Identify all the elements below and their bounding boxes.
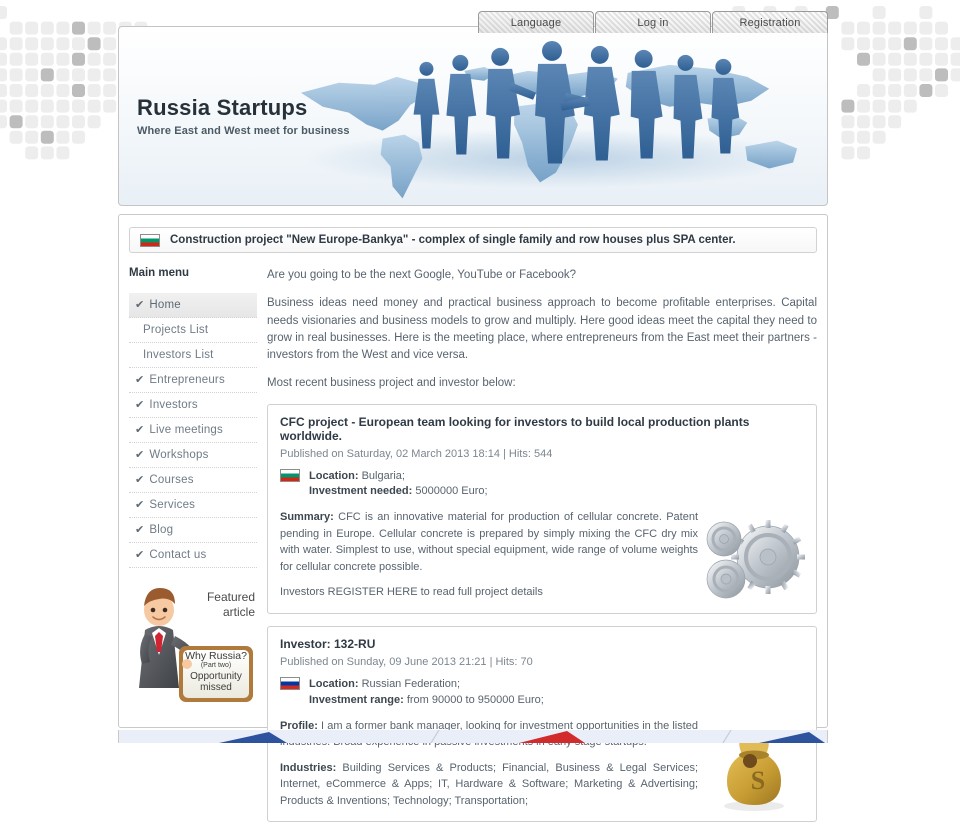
tab-language[interactable]: Language bbox=[478, 11, 594, 33]
sidebar-item-label: Blog bbox=[149, 524, 174, 536]
featured-sign-line2: (Part two) bbox=[200, 662, 232, 670]
sidebar-item-blog[interactable]: ✔ Blog bbox=[129, 518, 257, 543]
sidebar-item-label: Services bbox=[149, 499, 196, 511]
investor-industries-text: Building Services & Products; Financial,… bbox=[280, 761, 698, 807]
sidebar-item-projects-list[interactable]: Projects List bbox=[129, 318, 257, 343]
featured-sign-line1: Why Russia? bbox=[185, 650, 247, 662]
sidebar-item-courses[interactable]: ✔ Courses bbox=[129, 468, 257, 493]
investor-card-title: Investor: 132-RU bbox=[280, 636, 376, 651]
check-icon: ✔ bbox=[135, 473, 145, 486]
site-header-banner: Russia Startups Where East and West meet… bbox=[118, 26, 828, 206]
sidebar: Main menu ✔ Home Projects List Investors Li… bbox=[129, 267, 257, 834]
sidebar-title: Main menu bbox=[129, 267, 190, 279]
sidebar-item-label: Courses bbox=[149, 474, 194, 486]
featured-sign-line3: Opportunity bbox=[190, 670, 242, 682]
investor-location-value: Russian Federation; bbox=[361, 677, 461, 690]
investor-card-meta: Published on Sunday, 09 June 2013 21:21 … bbox=[280, 655, 533, 668]
sidebar-item-investors-list[interactable]: Investors List bbox=[129, 343, 257, 368]
tab-log-in-label: Log in bbox=[637, 16, 669, 29]
featured-article-widget[interactable]: Featured article Why Russia? (Part two) … bbox=[129, 584, 257, 706]
sidebar-item-live-meetings[interactable]: ✔ Live meetings bbox=[129, 418, 257, 443]
world-map-business-people-illustration bbox=[300, 40, 803, 199]
intro-note: Most recent business project and investo… bbox=[267, 377, 516, 390]
metal-gears-image bbox=[706, 519, 805, 599]
russia-flag-icon bbox=[280, 676, 300, 690]
sidebar-item-services[interactable]: ✔ Services bbox=[129, 493, 257, 518]
sidebar-item-contact-us[interactable]: ✔ Contact us bbox=[129, 543, 257, 568]
project-location-value: Bulgaria; bbox=[361, 469, 405, 482]
sidebar-item-entrepreneurs[interactable]: ✔ Entrepreneurs bbox=[129, 368, 257, 393]
sidebar-item-label: Contact us bbox=[149, 549, 207, 561]
sidebar-item-label: Investors bbox=[149, 399, 198, 411]
check-icon: ✔ bbox=[135, 423, 145, 436]
sidebar-item-home[interactable]: ✔ Home bbox=[129, 293, 257, 318]
main-content-panel: Construction project "New Europe-Bankya"… bbox=[118, 214, 828, 823]
sidebar-item-label: Projects List bbox=[143, 324, 209, 336]
content-columns: Main menu ✔ Home Projects List Investors Li… bbox=[119, 253, 827, 834]
main-menu: ✔ Home Projects List Investors List ✔ Entrepr… bbox=[129, 293, 257, 568]
project-summary: Summary: CFC is an innovative material f… bbox=[280, 509, 698, 575]
banner-text-block: Russia Startups Where East and West meet… bbox=[137, 95, 350, 137]
bottom-partner-banner[interactable] bbox=[118, 730, 828, 743]
check-icon: ✔ bbox=[135, 498, 145, 511]
sidebar-item-label: Workshops bbox=[149, 449, 209, 461]
check-icon: ✔ bbox=[135, 548, 145, 561]
investor-card[interactable]: Investor: 132-RU Published on Sunday, 09… bbox=[267, 625, 817, 823]
project-card-meta: Published on Saturday, 02 March 2013 18:… bbox=[280, 447, 553, 460]
investor-location-row: Location: Russian Federation; Investment… bbox=[280, 676, 804, 709]
intro-question: Are you going to be the next Google, You… bbox=[267, 269, 577, 281]
investor-industries-label: Industries: bbox=[280, 761, 337, 774]
main-column: Are you going to be the next Google, You… bbox=[267, 267, 817, 834]
project-summary-text: CFC is an innovative material for produc… bbox=[280, 511, 699, 573]
tab-registration[interactable]: Registration bbox=[712, 11, 828, 33]
sidebar-item-label: Entrepreneurs bbox=[149, 374, 225, 386]
check-icon: ✔ bbox=[135, 523, 145, 536]
check-icon: ✔ bbox=[135, 398, 145, 411]
investor-location-label: Location: bbox=[309, 677, 359, 690]
top-tab-bar: Language Log in Registration bbox=[478, 11, 828, 33]
investor-range-label: Investment range: bbox=[309, 693, 404, 706]
sidebar-item-workshops[interactable]: ✔ Workshops bbox=[129, 443, 257, 468]
bottom-banner-flag-shapes bbox=[119, 730, 827, 743]
announcement-bar[interactable]: Construction project "New Europe-Bankya"… bbox=[129, 227, 817, 253]
project-location-label: Location: bbox=[309, 469, 359, 482]
sidebar-item-label: Live meetings bbox=[149, 424, 223, 436]
featured-kicker-line2: article bbox=[222, 605, 255, 619]
intro-paragraph: Business ideas need money and practical … bbox=[267, 297, 817, 361]
project-register-note[interactable]: Investors REGISTER HERE to read full pro… bbox=[280, 584, 698, 601]
investor-range-value: from 90000 to 950000 Euro; bbox=[406, 693, 544, 706]
investor-industries: Industries: Building Services & Products… bbox=[280, 760, 698, 810]
project-summary-label: Summary: bbox=[280, 511, 334, 524]
project-card[interactable]: CFC project - European team looking for … bbox=[267, 403, 817, 614]
check-icon: ✔ bbox=[135, 373, 145, 386]
site-title: Russia Startups bbox=[137, 95, 308, 120]
sidebar-item-label: Home bbox=[149, 299, 181, 311]
bulgaria-flag-icon bbox=[280, 468, 300, 482]
featured-sign-line4: missed bbox=[200, 682, 232, 694]
tab-language-label: Language bbox=[510, 16, 562, 29]
project-investment-label: Investment needed: bbox=[309, 485, 413, 498]
sidebar-item-investors[interactable]: ✔ Investors bbox=[129, 393, 257, 418]
sidebar-item-label: Investors List bbox=[143, 349, 214, 361]
site-tagline: Where East and West meet for business bbox=[137, 125, 350, 137]
project-location-row: Location: Bulgaria; Investment needed: 5… bbox=[280, 468, 804, 501]
announcement-text: Construction project "New Europe-Bankya"… bbox=[170, 234, 736, 246]
tab-registration-label: Registration bbox=[739, 16, 801, 29]
featured-kicker-line1: Featured bbox=[206, 590, 255, 604]
check-icon: ✔ bbox=[135, 298, 145, 311]
bulgaria-flag-icon bbox=[140, 233, 160, 247]
project-card-title: CFC project - European team looking for … bbox=[280, 414, 750, 443]
project-investment-value: 5000000 Euro; bbox=[415, 485, 488, 498]
check-icon: ✔ bbox=[135, 448, 145, 461]
tab-log-in[interactable]: Log in bbox=[595, 11, 711, 33]
svg-text:S: S bbox=[751, 766, 765, 795]
